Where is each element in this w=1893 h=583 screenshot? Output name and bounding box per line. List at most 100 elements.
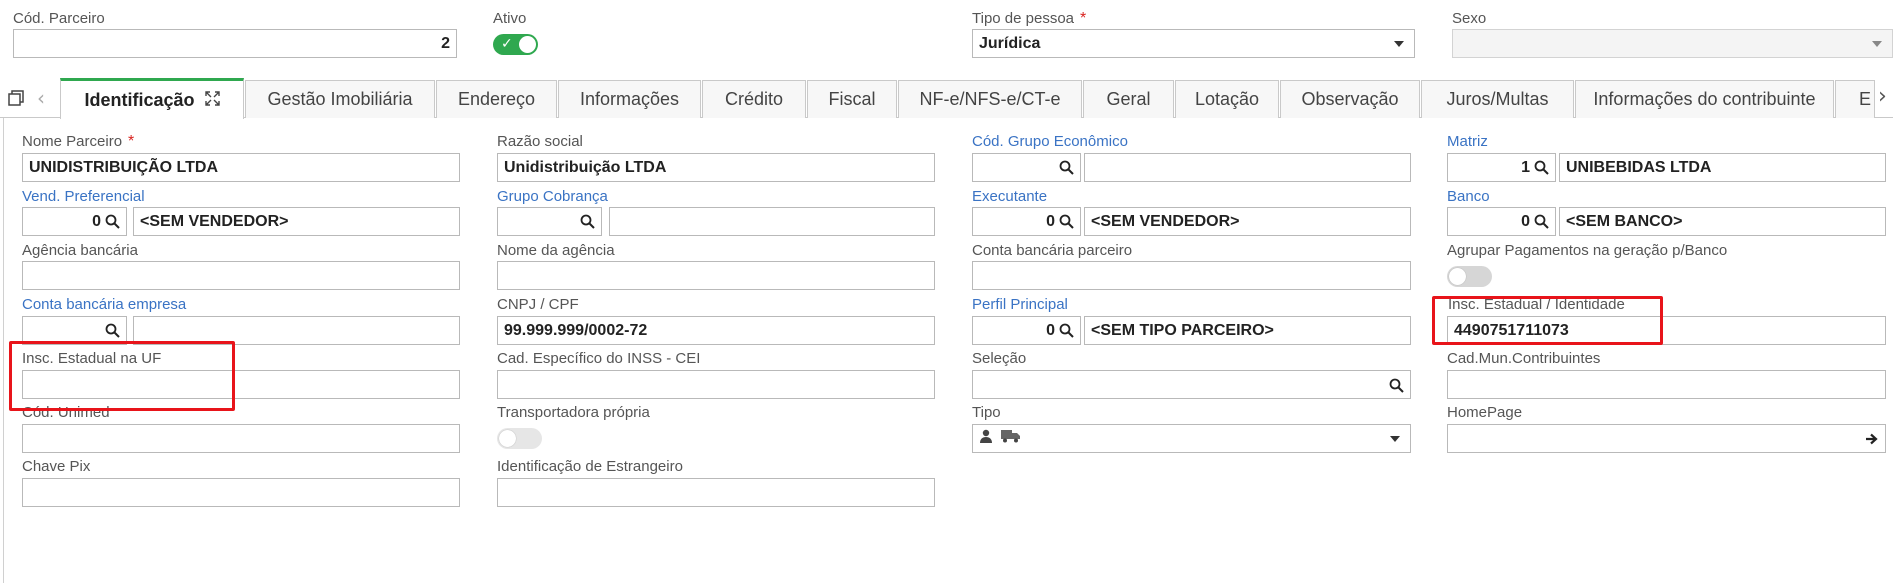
search-icon[interactable]	[580, 214, 595, 229]
ativo-toggle[interactable]: ✓	[493, 34, 538, 55]
chevron-down-icon	[1394, 41, 1404, 47]
matriz-label[interactable]: Matriz	[1447, 133, 1488, 150]
insc-estadual-identidade-field[interactable]: 4490751711073	[1447, 316, 1886, 345]
tipo-label: Tipo	[972, 404, 1001, 421]
perfil-principal-label[interactable]: Perfil Principal	[972, 296, 1068, 313]
identificacao-estrangeiro-label: Identificação de Estrangeiro	[497, 458, 683, 475]
conta-bancaria-empresa-desc	[133, 316, 460, 345]
agencia-bancaria-label: Agência bancária	[22, 242, 138, 259]
tab-endereco[interactable]: Endereço	[436, 80, 557, 118]
executante-code[interactable]: 0	[972, 207, 1081, 236]
tipo-select[interactable]	[972, 424, 1411, 453]
tab-credito[interactable]: Crédito	[702, 80, 806, 118]
search-icon[interactable]	[105, 214, 120, 229]
cod-grupo-economico-desc	[1084, 153, 1411, 182]
tipo-pessoa-select[interactable]: Jurídica	[972, 29, 1415, 58]
nome-agencia-field[interactable]	[497, 261, 935, 290]
perfil-principal-desc: <SEM TIPO PARCEIRO>	[1084, 316, 1411, 345]
conta-bancaria-parceiro-label: Conta bancária parceiro	[972, 242, 1133, 259]
required-marker: *	[128, 133, 135, 150]
conta-bancaria-empresa-label[interactable]: Conta bancária empresa	[22, 296, 186, 313]
tab-juros-multas[interactable]: Juros/Multas	[1421, 80, 1574, 118]
tab-more[interactable]: E	[1835, 80, 1875, 118]
expand-icon[interactable]	[204, 90, 220, 111]
chevron-down-icon	[1390, 436, 1400, 442]
cad-mun-contribuintes-label: Cad.Mun.Contribuintes	[1447, 350, 1601, 367]
insc-estadual-uf-label: Insc. Estadual na UF	[22, 350, 162, 367]
chevron-right-icon[interactable]: ›	[1878, 84, 1887, 109]
executante-desc: <SEM VENDEDOR>	[1084, 207, 1411, 236]
perfil-principal-code[interactable]: 0	[972, 316, 1081, 345]
nome-agencia-label: Nome da agência	[497, 242, 615, 259]
tab-fiscal[interactable]: Fiscal	[807, 80, 897, 118]
banco-desc: <SEM BANCO>	[1559, 207, 1886, 236]
person-icon	[979, 429, 993, 448]
banco-label[interactable]: Banco	[1447, 188, 1490, 205]
search-icon[interactable]	[105, 323, 120, 338]
cod-unimed-label: Cód. Unimed	[22, 404, 110, 421]
homepage-field[interactable]	[1447, 424, 1886, 453]
conta-bancaria-parceiro-field[interactable]	[972, 261, 1411, 290]
agrupar-pagamentos-toggle[interactable]	[1447, 266, 1492, 287]
cod-parceiro-label: Cód. Parceiro	[13, 10, 105, 27]
cod-grupo-economico-label[interactable]: Cód. Grupo Econômico	[972, 133, 1128, 150]
tab-geral[interactable]: Geral	[1083, 80, 1174, 118]
tab-gestao-imobiliaria[interactable]: Gestão Imobiliária	[245, 80, 435, 118]
nome-parceiro-field[interactable]: UNIDISTRIBUIÇÃO LTDA	[22, 153, 460, 182]
truck-icon	[1001, 429, 1021, 448]
executante-label[interactable]: Executante	[972, 188, 1047, 205]
selecao-label: Seleção	[972, 350, 1027, 367]
transportadora-propria-toggle[interactable]	[497, 428, 542, 449]
tab-identificacao[interactable]: Identificação	[60, 78, 244, 119]
sexo-select[interactable]	[1452, 29, 1893, 58]
tab-observacao[interactable]: Observação	[1280, 80, 1420, 118]
insc-estadual-uf-field[interactable]	[22, 370, 460, 399]
cad-especifico-inss-field[interactable]	[497, 370, 935, 399]
tab-informacoes-contribuinte[interactable]: Informações do contribuinte	[1575, 80, 1834, 118]
chave-pix-field[interactable]	[22, 478, 460, 507]
chevron-down-icon	[1872, 41, 1882, 47]
conta-bancaria-empresa-code[interactable]	[22, 316, 127, 345]
search-icon[interactable]	[1059, 323, 1074, 338]
insc-estadual-identidade-label: Insc. Estadual / Identidade	[1448, 296, 1625, 313]
cod-unimed-field[interactable]	[22, 424, 460, 453]
vend-preferencial-desc: <SEM VENDEDOR>	[133, 207, 460, 236]
tab-lotacao[interactable]: Lotação	[1175, 80, 1279, 118]
arrow-right-icon[interactable]	[1865, 432, 1879, 451]
window-copy-icon[interactable]	[8, 90, 24, 106]
tab-bar: ‹ Identificação Gestão Imobiliária Ender…	[0, 78, 1893, 119]
tab-informacoes[interactable]: Informações	[558, 80, 701, 118]
nome-parceiro-label: Nome Parceiro *	[22, 133, 135, 150]
grupo-cobranca-label[interactable]: Grupo Cobrança	[497, 188, 608, 205]
chave-pix-label: Chave Pix	[22, 458, 91, 475]
search-icon[interactable]	[1534, 160, 1549, 175]
search-icon[interactable]	[1059, 160, 1074, 175]
homepage-label: HomePage	[1447, 404, 1523, 421]
selecao-field[interactable]	[972, 370, 1411, 399]
search-icon[interactable]	[1534, 214, 1549, 229]
grupo-cobranca-desc	[609, 207, 935, 236]
vend-preferencial-label[interactable]: Vend. Preferencial	[22, 188, 145, 205]
cnpj-cpf-field[interactable]: 99.999.999/0002-72	[497, 316, 935, 345]
search-icon[interactable]	[1389, 378, 1404, 398]
banco-code[interactable]: 0	[1447, 207, 1556, 236]
cad-especifico-inss-label: Cad. Específico do INSS - CEI	[497, 350, 701, 367]
matriz-desc: UNIBEBIDAS LTDA	[1559, 153, 1886, 182]
search-icon[interactable]	[1059, 214, 1074, 229]
tab-nfe[interactable]: NF-e/NFS-e/CT-e	[898, 80, 1082, 118]
razao-social-label: Razão social	[497, 133, 583, 150]
matriz-code[interactable]: 1	[1447, 153, 1556, 182]
cod-grupo-economico-code[interactable]	[972, 153, 1081, 182]
sexo-label: Sexo	[1452, 10, 1487, 27]
identificacao-estrangeiro-field[interactable]	[497, 478, 935, 507]
cad-mun-contribuintes-field[interactable]	[1447, 370, 1886, 399]
transportadora-propria-label: Transportadora própria	[497, 404, 650, 421]
cod-parceiro-field[interactable]: 2	[13, 29, 457, 58]
agrupar-pagamentos-label: Agrupar Pagamentos na geração p/Banco	[1447, 242, 1728, 259]
chevron-left-icon[interactable]: ‹	[37, 86, 45, 110]
agencia-bancaria-field[interactable]	[22, 261, 460, 290]
razao-social-field[interactable]: Unidistribuição LTDA	[497, 153, 935, 182]
vend-preferencial-code[interactable]: 0	[22, 207, 127, 236]
grupo-cobranca-code[interactable]	[497, 207, 602, 236]
tipo-pessoa-label: Tipo de pessoa *	[972, 10, 1087, 27]
